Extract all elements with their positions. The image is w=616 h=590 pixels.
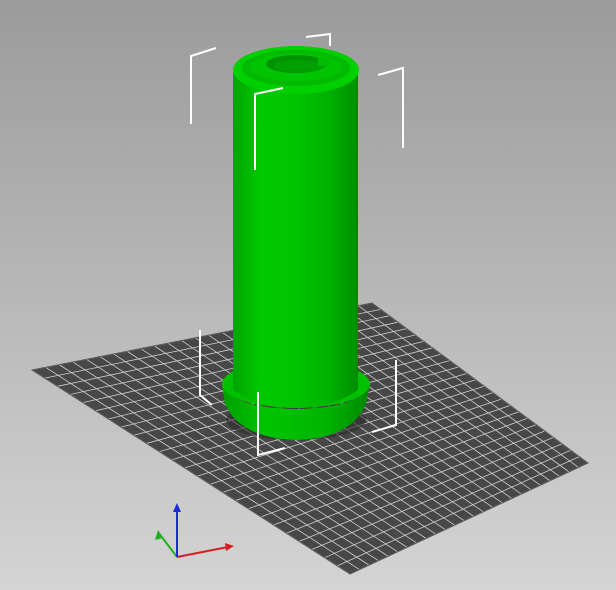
model-hole-inner (274, 60, 322, 72)
model-tube[interactable] (222, 46, 370, 440)
3d-scene[interactable] (0, 0, 616, 590)
3d-viewport[interactable] (0, 0, 616, 590)
model-cylinder-body (233, 70, 358, 408)
model-slot (318, 58, 330, 66)
